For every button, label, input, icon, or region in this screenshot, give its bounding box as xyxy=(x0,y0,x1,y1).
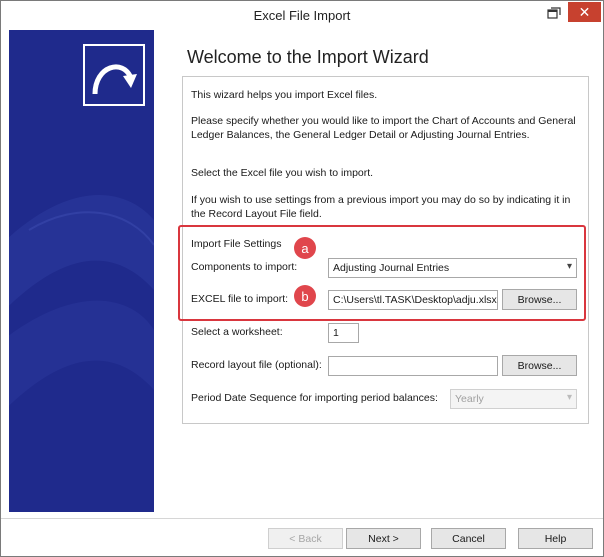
period-sequence-value: Yearly xyxy=(455,393,484,405)
excel-file-label: EXCEL file to import: xyxy=(191,293,289,305)
page-title: Welcome to the Import Wizard xyxy=(187,47,429,67)
title-bar: Excel File Import ✕ xyxy=(1,1,603,29)
callout-badge-b: b xyxy=(294,285,316,307)
components-label: Components to import: xyxy=(191,261,298,273)
intro-text-3: Select the Excel file you wish to import… xyxy=(191,167,374,179)
cancel-button[interactable]: Cancel xyxy=(431,528,506,549)
import-settings-label: Import File Settings xyxy=(191,238,282,250)
components-select[interactable]: Adjusting Journal Entries ▾ xyxy=(328,258,577,278)
wizard-side-panel xyxy=(9,30,154,512)
footer-separator xyxy=(1,518,603,519)
intro-text-1: This wizard helps you import Excel files… xyxy=(191,89,378,101)
intro-text-4: If you wish to use settings from a previ… xyxy=(191,194,571,220)
period-sequence-select[interactable]: Yearly ▾ xyxy=(450,389,577,409)
record-layout-browse-button[interactable]: Browse... xyxy=(502,355,577,376)
restore-icon[interactable] xyxy=(542,4,566,22)
back-button[interactable]: < Back xyxy=(268,528,343,549)
period-sequence-label: Period Date Sequence for importing perio… xyxy=(191,392,438,404)
window-title: Excel File Import xyxy=(253,8,351,23)
worksheet-label: Select a worksheet: xyxy=(191,326,283,338)
import-wizard-window: Excel File Import ✕ Welcome to the Impor… xyxy=(0,0,604,557)
wizard-logo-icon xyxy=(83,44,145,106)
record-layout-label: Record layout file (optional): xyxy=(191,359,322,371)
excel-file-input[interactable]: C:\Users\tl.TASK\Desktop\adju.xlsx xyxy=(328,290,498,310)
chevron-down-icon: ▾ xyxy=(566,392,572,403)
help-button[interactable]: Help xyxy=(518,528,593,549)
next-button[interactable]: Next > xyxy=(346,528,421,549)
intro-text-2: Please specify whether you would like to… xyxy=(191,115,576,141)
chevron-down-icon: ▾ xyxy=(566,261,572,272)
worksheet-input[interactable]: 1 xyxy=(328,323,359,343)
close-icon: ✕ xyxy=(578,3,591,20)
callout-badge-a: a xyxy=(294,237,316,259)
close-button[interactable]: ✕ xyxy=(568,2,601,22)
record-layout-input[interactable] xyxy=(328,356,498,376)
components-select-value: Adjusting Journal Entries xyxy=(333,262,450,274)
excel-browse-button[interactable]: Browse... xyxy=(502,289,577,310)
